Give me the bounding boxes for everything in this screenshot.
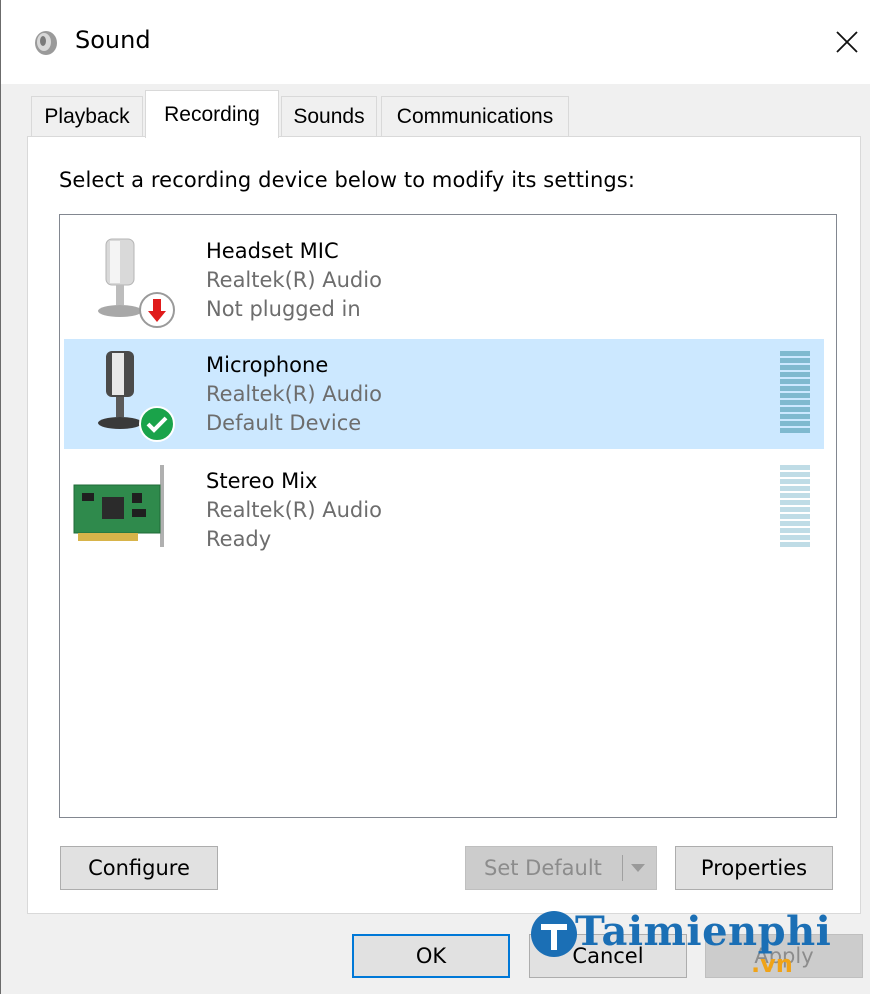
close-icon	[836, 31, 858, 53]
tab-communications[interactable]: Communications	[381, 96, 569, 136]
window-title: Sound	[75, 26, 151, 54]
unplugged-icon	[139, 292, 175, 328]
speaker-icon	[35, 31, 57, 55]
level-meter	[780, 465, 810, 547]
watermark-emblem-icon	[531, 911, 577, 957]
chevron-down-icon[interactable]	[630, 863, 646, 873]
split-divider	[622, 855, 623, 881]
set-default-button[interactable]: Set Default	[465, 846, 657, 890]
sound-dialog: Sound Playback Recording Sounds Communic…	[0, 0, 870, 994]
close-button[interactable]	[823, 18, 870, 66]
device-name: Headset MIC	[206, 239, 339, 263]
watermark-suffix: .vn	[751, 950, 793, 978]
properties-button[interactable]: Properties	[675, 846, 833, 890]
set-default-label: Set Default	[484, 856, 602, 880]
device-driver: Realtek(R) Audio	[206, 498, 382, 522]
tab-sounds[interactable]: Sounds	[281, 96, 377, 136]
device-status: Ready	[206, 527, 272, 551]
tab-recording[interactable]: Recording	[145, 90, 279, 138]
device-list[interactable]: Headset MIC Realtek(R) Audio Not plugged…	[59, 214, 837, 818]
watermark-text: Taimienphi	[575, 908, 832, 955]
configure-button[interactable]: Configure	[60, 846, 218, 890]
device-name: Microphone	[206, 353, 329, 377]
sound-card-icon	[73, 465, 164, 547]
ok-button[interactable]: OK	[352, 934, 510, 978]
instruction-text: Select a recording device below to modif…	[59, 168, 636, 192]
tab-playback[interactable]: Playback	[31, 96, 143, 136]
device-microphone[interactable]: Microphone Realtek(R) Audio Default Devi…	[64, 339, 824, 449]
device-driver: Realtek(R) Audio	[206, 382, 382, 406]
device-name: Stereo Mix	[206, 469, 318, 493]
device-headset-mic[interactable]: Headset MIC Realtek(R) Audio Not plugged…	[64, 225, 824, 335]
device-driver: Realtek(R) Audio	[206, 268, 382, 292]
device-stereo-mix[interactable]: Stereo Mix Realtek(R) Audio Ready	[64, 455, 824, 565]
device-status: Not plugged in	[206, 297, 361, 321]
device-status: Default Device	[206, 411, 362, 435]
watermark-logo: Taimienphi .vn	[529, 906, 832, 986]
title-bar: Sound	[1, 0, 870, 84]
default-check-icon	[139, 406, 175, 442]
level-meter	[780, 351, 810, 433]
